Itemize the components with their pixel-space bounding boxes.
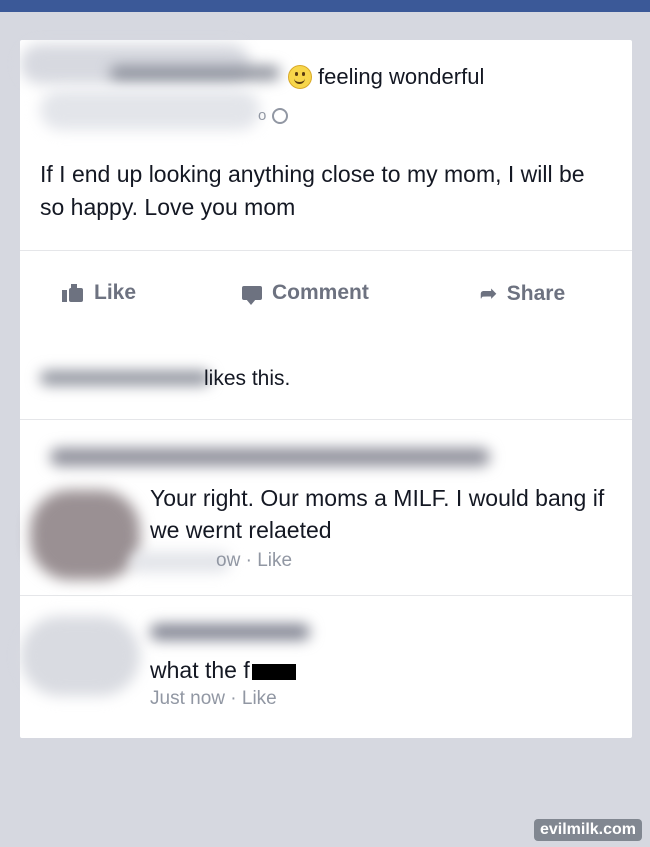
comment-time-fragment: ow <box>216 550 241 571</box>
post-meta: o <box>258 107 289 124</box>
blurred-liker-name <box>40 371 210 385</box>
likes-summary: likes this. <box>20 335 632 420</box>
like-button[interactable]: Like <box>62 281 136 305</box>
comment-text: Your right. Our moms a MILF. I would ban… <box>150 485 605 543</box>
share-button[interactable]: ➦ Share <box>480 281 565 306</box>
comment-meta: ow · Like <box>216 550 293 571</box>
blurred-post-date <box>40 90 260 130</box>
thumbs-up-icon <box>62 284 84 302</box>
watermark: evilmilk.com <box>533 819 642 841</box>
comment-item: what the f Just now · Like <box>20 596 632 738</box>
censor-bar <box>251 663 296 680</box>
share-label: Share <box>506 281 566 305</box>
top-nav-bar <box>0 0 650 12</box>
comment-time: Just now <box>150 688 225 709</box>
like-label: Like <box>94 281 137 304</box>
blurred-commenter-name <box>150 624 310 640</box>
comment-text: what the f <box>150 654 610 686</box>
post-card: feeling wonderful o If I end up looking … <box>20 40 632 738</box>
comment-label: Comment <box>272 281 369 304</box>
comment-bubble-icon <box>242 286 262 305</box>
blurred-commenter-avatar <box>30 490 140 580</box>
comment-like-link[interactable]: Like <box>257 550 292 571</box>
blurred-commenter-name <box>50 448 490 466</box>
globe-icon <box>272 107 289 124</box>
comment-button[interactable]: Comment <box>242 281 369 305</box>
blurred-author-name <box>110 66 280 80</box>
feeling-status[interactable]: feeling wonderful <box>288 64 484 90</box>
comment-like-link[interactable]: Like <box>242 688 277 709</box>
smiley-icon <box>288 65 312 89</box>
comment-meta: Just now · Like <box>150 688 277 709</box>
likes-text: likes this. <box>204 367 291 390</box>
comment-item: Your right. Our moms a MILF. I would ban… <box>20 420 632 596</box>
post-body: If I end up looking anything close to my… <box>40 161 585 220</box>
blurred-comment-time <box>130 552 230 572</box>
post-actions-bar: Like Comment ➦ Share <box>20 250 632 336</box>
feeling-label: feeling wonderful <box>318 64 485 89</box>
share-arrow-icon: ➦ <box>480 283 497 305</box>
post-time-fragment: o <box>258 107 267 124</box>
blurred-commenter-avatar <box>20 616 140 696</box>
